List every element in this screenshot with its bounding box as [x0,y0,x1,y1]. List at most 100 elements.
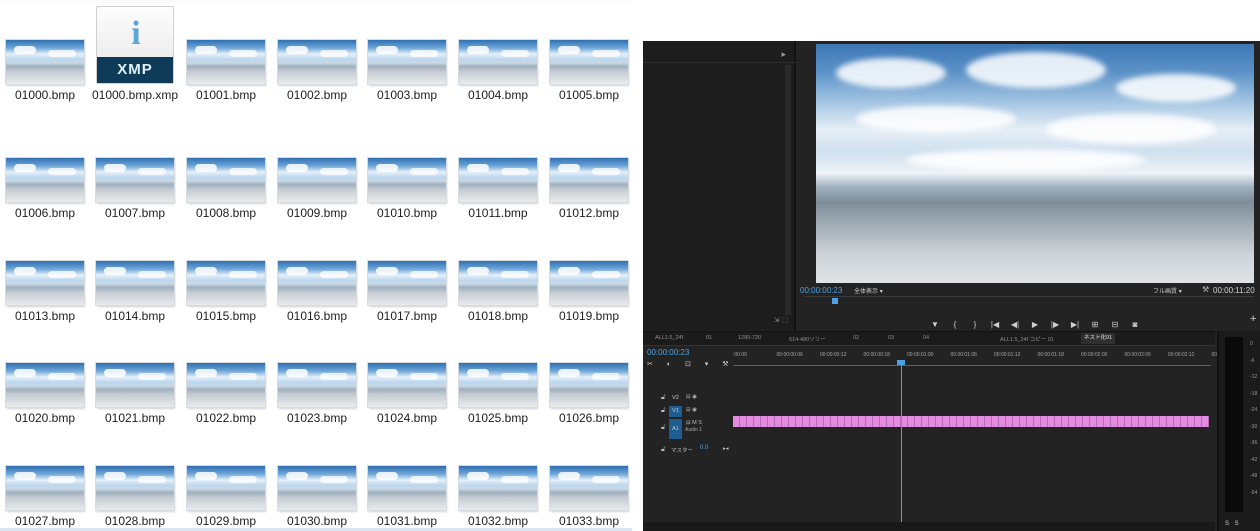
image-thumbnail [6,158,84,202]
file-item[interactable]: 01013.bmp [0,221,90,323]
track-v2-eye-icon[interactable]: ⊟ ◉ [686,394,697,400]
sequence-tab[interactable]: 614-480ソリー [789,335,826,343]
file-item[interactable]: 01031.bmp [362,426,452,528]
file-item[interactable]: 01011.bmp [453,118,543,220]
go-to-end-icon[interactable]: ▸◂ [723,446,729,452]
master-volume-value[interactable]: 0.0 [700,445,708,451]
lock-icon[interactable]: 🔓︎ [661,394,666,402]
file-name: 01020.bmp [14,411,76,425]
ruler-tick-label: 00:00:00:06 [776,352,803,358]
transport-button-icon[interactable]: ◙ [1128,320,1142,329]
file-item[interactable]: 01027.bmp [0,426,90,528]
panel-footer-icons[interactable]: ⇲ ⬚ [774,316,788,324]
file-item[interactable]: 01016.bmp [272,221,362,323]
file-item[interactable]: 01030.bmp [272,426,362,528]
program-playhead[interactable] [832,298,838,304]
ruler-tick-label: 00:00:01:12 [994,352,1021,358]
file-item[interactable]: 01025.bmp [453,323,543,425]
program-current-timecode[interactable]: 00:00:00:23 [800,286,842,295]
zoom-fit-dropdown[interactable]: 全体表示 ▾ [854,286,883,295]
playback-quality-dropdown[interactable]: フル画質 ▾ [1153,286,1182,295]
file-name: 01030.bmp [286,514,348,528]
sequence-tab[interactable]: 02 [853,335,859,341]
file-item[interactable]: 01007.bmp [90,118,180,220]
timeline-playhead-handle[interactable] [897,360,905,365]
file-name: 01001.bmp [195,88,257,102]
sequence-tab[interactable]: 04 [923,335,929,341]
transport-button-icon[interactable]: } [968,320,982,329]
file-item[interactable]: 01023.bmp [272,323,362,425]
file-item[interactable]: 01029.bmp [181,426,271,528]
file-item-xmp[interactable]: i XMP 01000.bmp.xmp [90,0,180,102]
program-viewer[interactable] [816,44,1254,283]
lock-icon[interactable]: 🔓︎ [661,446,666,454]
file-item[interactable]: 01022.bmp [181,323,271,425]
timeline-timecode[interactable]: 00:00:00:23 [647,348,689,357]
file-item[interactable]: 01005.bmp [544,0,632,102]
track-a1-mute-solo[interactable]: ⊟ M S [686,420,702,426]
track-v1-label[interactable]: V1 [669,406,682,417]
file-item[interactable]: 01015.bmp [181,221,271,323]
project-panel-scrollbar[interactable] [785,65,791,315]
file-item[interactable]: 01032.bmp [453,426,543,528]
file-item[interactable]: 01024.bmp [362,323,452,425]
timeline-tool-icons[interactable]: ✂ ◐ ⊡ ▾ ⚒ [647,360,735,368]
sequence-tab[interactable]: 03 [888,335,894,341]
file-item[interactable]: 01004.bmp [453,0,543,102]
file-item[interactable]: 01017.bmp [362,221,452,323]
file-item[interactable]: 01000.bmp [0,0,90,102]
file-item[interactable]: 01010.bmp [362,118,452,220]
file-item[interactable]: 01028.bmp [90,426,180,528]
timeline-horizontal-scrollbar[interactable] [643,522,1215,531]
program-mini-timeline[interactable] [804,296,1254,305]
sequence-tab[interactable]: ALL1.5_24f コピー 01 [1000,335,1054,343]
file-item[interactable]: 01026.bmp [544,323,632,425]
sequence-tab[interactable]: ALL1.5_24f [655,335,683,341]
transport-button-icon[interactable]: ◀| [1008,320,1022,329]
file-name: 01027.bmp [14,514,76,528]
file-item[interactable]: 01018.bmp [453,221,543,323]
track-a1-label[interactable]: A1 [669,419,682,439]
wrench-icon[interactable]: ⚒ [1202,285,1209,294]
file-item[interactable]: 01012.bmp [544,118,632,220]
file-item[interactable]: 01001.bmp [181,0,271,102]
file-item[interactable]: 01003.bmp [362,0,452,102]
file-item[interactable]: 01002.bmp [272,0,362,102]
project-panel-tab[interactable]: ▸ [643,47,796,63]
transport-button-icon[interactable]: ▶ [1028,320,1042,329]
button-editor-plus-icon[interactable]: + [1250,313,1256,325]
lock-icon[interactable]: 🔓︎ [661,424,666,432]
file-item[interactable]: 01021.bmp [90,323,180,425]
transport-button-icon[interactable]: { [948,320,962,329]
file-name: 01005.bmp [558,88,620,102]
sequence-tab[interactable]: 1280-720 [738,335,761,341]
image-thumbnail [459,363,537,407]
transport-button-icon[interactable]: ⊟ [1108,320,1122,329]
meter-solo-buttons[interactable]: S S [1225,521,1239,527]
track-v2-label[interactable]: V2 [669,393,682,404]
panel-menu-icon[interactable]: ▸ [781,49,786,60]
track-v1-eye-icon[interactable]: ⊟ ◉ [686,407,697,413]
transport-button-icon[interactable]: |▶ [1048,320,1062,329]
sequence-tab[interactable]: 01 [706,335,712,341]
transport-button-icon[interactable]: ▶| [1068,320,1082,329]
db-label: -30 [1250,423,1258,430]
file-name: 01022.bmp [195,411,257,425]
file-item[interactable]: 01008.bmp [181,118,271,220]
sequence-tab[interactable]: ネスト化01 [1081,333,1116,344]
timeline-playhead[interactable] [901,362,902,531]
ruler-tick-label: 00:00:00:12 [820,352,847,358]
file-item[interactable]: 01006.bmp [0,118,90,220]
transport-button-icon[interactable]: |◀ [988,320,1002,329]
transport-button-icon[interactable]: ⊞ [1088,320,1102,329]
file-item[interactable]: 01009.bmp [272,118,362,220]
transport-button-icon[interactable]: ▼ [928,320,942,329]
file-item[interactable]: 01019.bmp [544,221,632,323]
ruler-tick-label: :00:00 [733,352,747,358]
file-item[interactable]: 01033.bmp [544,426,632,528]
file-item[interactable]: 01020.bmp [0,323,90,425]
file-item[interactable]: 01014.bmp [90,221,180,323]
v1-clip-sequence[interactable] [733,416,1209,427]
time-ruler[interactable]: :00:00 00:00:00:06 00:00:00:12 00:00:00:18 0… [733,352,1228,364]
lock-icon[interactable]: 🔓︎ [661,407,666,415]
